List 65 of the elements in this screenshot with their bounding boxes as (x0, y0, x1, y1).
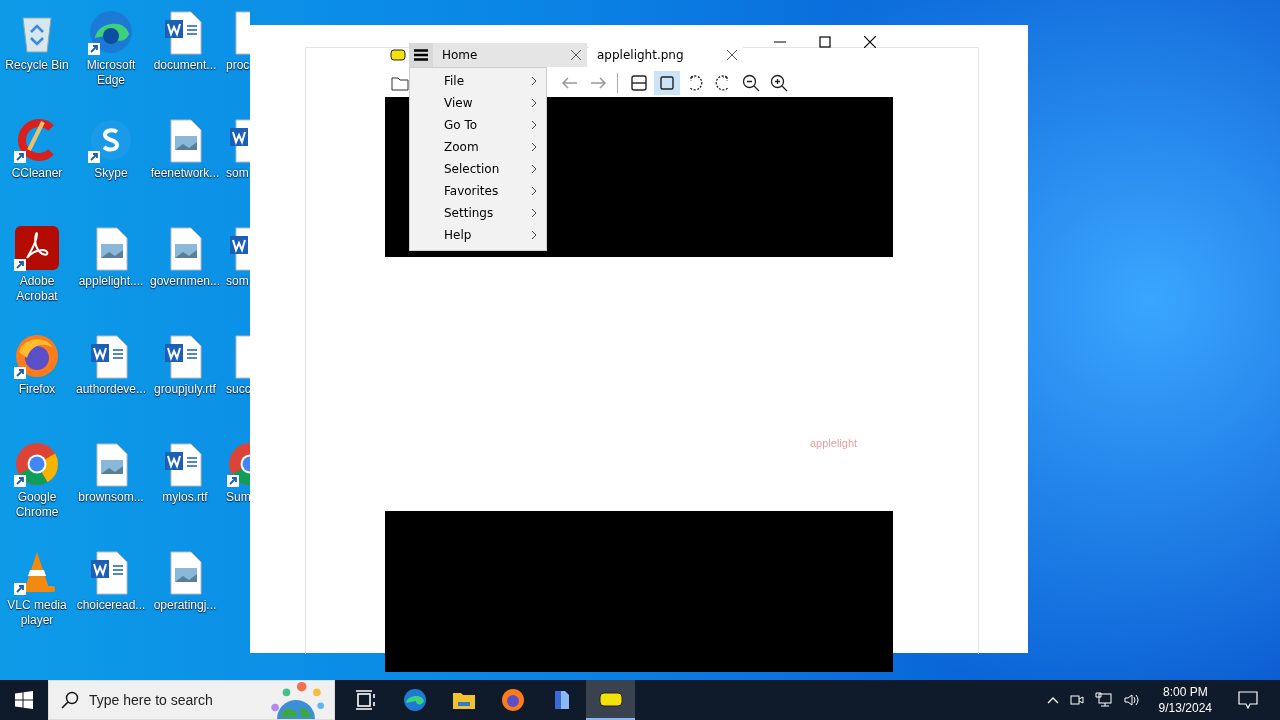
desktop-icon-label[interactable]: Skype (74, 166, 148, 181)
desktop-icon-label[interactable]: mylos.rtf (148, 490, 222, 505)
clock-time[interactable]: 8:00 PM (1162, 684, 1208, 700)
desktop-icon-label[interactable]: Firefox (0, 382, 74, 397)
desktop-icon-label[interactable]: document... (148, 58, 222, 73)
notification-icon[interactable] (1238, 691, 1258, 709)
chevron-right-icon (531, 98, 537, 108)
desktop-icon-label[interactable]: governmen... (148, 274, 222, 289)
desktop-icon-label[interactable]: proc (226, 58, 250, 73)
desktop-icon-label[interactable]: authordeve... (74, 382, 148, 397)
menu-item[interactable]: Selection (410, 158, 546, 180)
chevron-right-icon (531, 186, 537, 196)
desktop-icon-label[interactable]: succ (226, 382, 251, 397)
document-logo-icon[interactable] (13, 224, 61, 272)
menu-item[interactable]: Go To (410, 114, 546, 136)
chevron-right-icon (531, 120, 537, 130)
camera-icon[interactable] (1068, 692, 1085, 708)
menu-button[interactable] (409, 43, 433, 67)
chevron-right-icon (531, 164, 537, 174)
volume-icon[interactable] (1122, 692, 1141, 708)
clock-date[interactable]: 9/13/2024 (1158, 700, 1212, 716)
desktop-icon-label[interactable]: som (226, 274, 249, 289)
swirl-logo-icon[interactable] (87, 8, 135, 56)
chevron-right-icon (531, 76, 537, 86)
pdf-app-icon[interactable] (586, 680, 635, 720)
fox-logo-icon[interactable] (13, 332, 61, 380)
chevron-up-icon[interactable] (1046, 696, 1059, 704)
start-button-icon[interactable] (15, 691, 33, 709)
chevron-right-icon (531, 230, 537, 240)
chevron-right-icon (531, 208, 537, 218)
menu-item[interactable]: Zoom (410, 136, 546, 158)
desktop-icon-label[interactable]: operatingj... (148, 598, 222, 613)
desktop-icon-label[interactable]: Google Chrome (0, 490, 74, 520)
close-tab-icon[interactable] (727, 50, 737, 60)
pdf-app-icon (390, 49, 406, 61)
menu-item[interactable]: Settings (410, 202, 546, 224)
desktop-icon-label[interactable]: Recycle Bin (0, 58, 74, 73)
desktop-icon-label[interactable]: choiceread... (74, 598, 148, 613)
menu-item[interactable]: File (410, 70, 546, 92)
desktop-icon-label[interactable]: Adobe Acrobat (0, 274, 74, 304)
desktop-icon-label[interactable]: som (226, 166, 249, 181)
desktop-icon-label[interactable]: brownsom... (74, 490, 148, 505)
search-field[interactable]: Type here to search (87, 691, 251, 709)
desktop-icon-label[interactable]: groupjuly.rtf (148, 382, 222, 397)
desktop-icon-label[interactable]: feenetwork... (148, 166, 222, 181)
document-tab[interactable]: Home (433, 43, 587, 67)
image-caption: applelight (810, 437, 858, 449)
close-icon[interactable] (864, 36, 876, 48)
fit-page-icon[interactable] (654, 71, 680, 95)
menu-item[interactable]: View (410, 92, 546, 114)
desktop-icon-label[interactable]: CCleaner (0, 166, 74, 181)
desktop-icon-label[interactable]: applelight.... (74, 274, 148, 289)
search-box[interactable]: Type here to search (48, 680, 335, 720)
desktop-icon-label[interactable]: Sum (226, 490, 251, 505)
desktop-icon-label[interactable]: VLC media player (0, 598, 74, 628)
chevron-right-icon (531, 142, 537, 152)
menu-icon[interactable] (414, 49, 428, 61)
search-icon (61, 691, 79, 709)
close-tab-icon[interactable] (571, 50, 581, 60)
menu-item[interactable]: Favorites (410, 180, 546, 202)
browser-logo-icon[interactable] (13, 440, 61, 488)
desktop-icon-label[interactable]: Microsoft Edge (74, 58, 148, 88)
maximize-icon[interactable] (819, 36, 831, 48)
network-icon[interactable] (1094, 692, 1113, 708)
menu-item[interactable]: Help (410, 224, 546, 246)
